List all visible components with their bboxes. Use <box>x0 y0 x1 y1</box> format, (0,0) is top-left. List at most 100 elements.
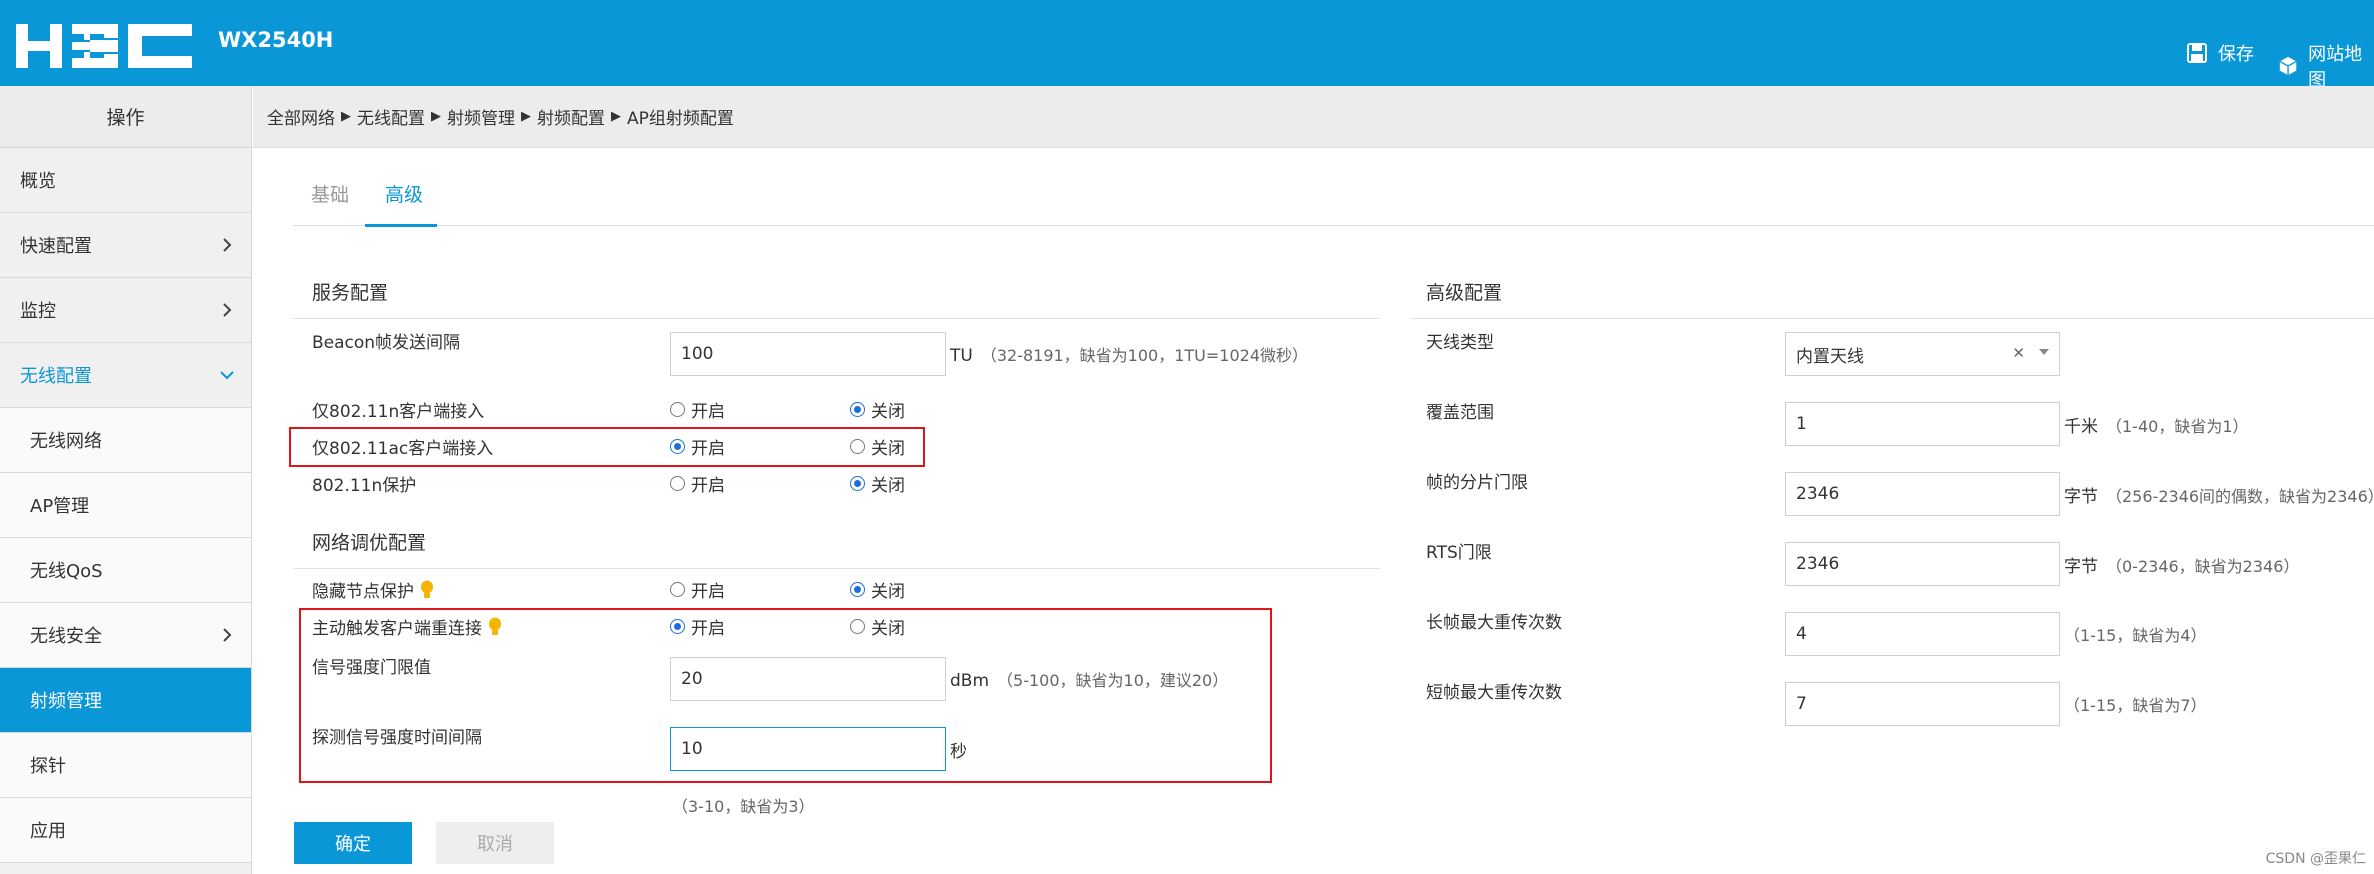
rts-unit: 字节 <box>2064 557 2098 577</box>
rts-threshold-hint: 字节 （0-2346，缺省为2346） <box>2064 552 2299 577</box>
sidebar-item-label: 应用 <box>30 821 66 842</box>
coverage-hint: 千米 （1-40，缺省为1） <box>2064 412 2249 437</box>
radio-label: 开启 <box>691 402 725 422</box>
active-tab-indicator <box>365 224 437 227</box>
sitemap-link[interactable]: 网站地图 <box>2278 40 2374 92</box>
sidebar-item-wireless-security[interactable]: 无线安全 <box>0 603 251 668</box>
sidebar-item-label: 无线配置 <box>20 366 92 387</box>
rts-threshold-input[interactable]: 2346 <box>1785 542 2060 586</box>
radio-dot-selected <box>850 476 865 491</box>
sidebar-item-monitor[interactable]: 监控 <box>0 278 251 343</box>
hidden-node-on-radio[interactable]: 开启 <box>670 577 725 602</box>
chevron-right-icon <box>223 628 232 642</box>
save-icon <box>2187 43 2207 63</box>
tab-basic[interactable]: 基础 <box>311 180 349 207</box>
sidebar-item-radio-management[interactable]: 射频管理 <box>0 668 251 733</box>
coverage-input[interactable]: 1 <box>1785 402 2060 446</box>
sidebar-item-wireless-config[interactable]: 无线配置 <box>0 343 251 408</box>
top-header: WX2540H 保存 网站地图 <box>0 0 2374 91</box>
sidebar: 操作 概览 快速配置 监控 无线配置 无线网络 AP管理 无线QoS 无线安全 … <box>0 86 252 874</box>
beacon-unit: TU <box>950 346 973 366</box>
frag-unit: 字节 <box>2064 487 2098 507</box>
chevron-right-icon: ▶ <box>521 109 531 124</box>
chevron-down-icon <box>220 371 234 380</box>
chevron-right-icon: ▶ <box>611 109 621 124</box>
breadcrumb: 全部网络 ▶ 无线配置 ▶ 射频管理 ▶ 射频配置 ▶ AP组射频配置 <box>253 86 2374 148</box>
breadcrumb-all-networks[interactable]: 全部网络 <box>267 104 335 129</box>
hidden-node-label: 隐藏节点保护 <box>312 577 434 602</box>
long-retry-input[interactable]: 4 <box>1785 612 2060 656</box>
beacon-interval-hint: TU （32-8191，缺省为100，1TU=1024微秒） <box>950 342 1308 366</box>
sidebar-item-label: 无线安全 <box>30 626 102 647</box>
hidden-node-text: 隐藏节点保护 <box>312 582 414 602</box>
radio-label: 开启 <box>691 582 725 602</box>
radio-dot-selected <box>850 402 865 417</box>
highlight-box <box>299 608 1272 783</box>
highlight-box <box>289 427 925 467</box>
sidebar-item-ap-management[interactable]: AP管理 <box>0 473 251 538</box>
long-retry-label: 长帧最大重传次数 <box>1426 613 1562 633</box>
breadcrumb-wireless-config[interactable]: 无线配置 <box>357 104 425 129</box>
sidebar-item-label: 无线QoS <box>30 561 103 582</box>
section-divider <box>293 318 1380 319</box>
frag-hint-text: （256-2346间的偶数，缺省为2346） <box>2106 487 2374 506</box>
hidden-node-off-radio[interactable]: 关闭 <box>850 577 905 602</box>
rts-hint-text: （0-2346，缺省为2346） <box>2106 557 2300 576</box>
device-model: WX2540H <box>218 28 334 52</box>
sidebar-item-application[interactable]: 应用 <box>0 798 251 863</box>
long-retry-hint: （1-15，缺省为4） <box>2064 626 2207 645</box>
n-protect-off-radio[interactable]: 关闭 <box>850 471 905 496</box>
cube-icon <box>2279 56 2297 76</box>
frag-threshold-label: 帧的分片门限 <box>1426 473 1528 493</box>
beacon-interval-label: Beacon帧发送间隔 <box>312 333 461 353</box>
breadcrumb-ap-group-radio-config: AP组射频配置 <box>627 109 734 129</box>
breadcrumb-radio-management[interactable]: 射频管理 <box>447 104 515 129</box>
service-config-title: 服务配置 <box>312 282 389 304</box>
h3c-logo <box>16 24 192 68</box>
lightbulb-icon[interactable] <box>420 580 434 600</box>
frag-threshold-input[interactable]: 2346 <box>1785 472 2060 516</box>
radio-label: 关闭 <box>871 402 905 422</box>
sidebar-item-quick-config[interactable]: 快速配置 <box>0 213 251 278</box>
antenna-type-select[interactable]: 内置天线 ✕ <box>1785 332 2060 376</box>
beacon-interval-input[interactable]: 100 <box>670 332 946 376</box>
rts-threshold-label: RTS门限 <box>1426 543 1492 563</box>
radio-dot <box>670 476 685 491</box>
radio-dot <box>670 402 685 417</box>
short-retry-input[interactable]: 7 <box>1785 682 2060 726</box>
chevron-right-icon <box>223 238 232 252</box>
section-divider <box>293 568 1380 569</box>
frag-threshold-hint: 字节 （256-2346间的偶数，缺省为2346） <box>2064 482 2374 507</box>
tab-bar: 基础 高级 <box>293 168 2374 227</box>
n-only-label: 仅802.11n客户端接入 <box>312 402 485 422</box>
chevron-right-icon <box>223 303 232 317</box>
radio-label: 关闭 <box>871 582 905 602</box>
save-link[interactable]: 保存 <box>2186 40 2254 66</box>
sidebar-item-overview[interactable]: 概览 <box>0 148 251 213</box>
cancel-button[interactable]: 取消 <box>436 822 554 864</box>
chevron-right-icon: ▶ <box>341 109 351 124</box>
sidebar-item-wireless-qos[interactable]: 无线QoS <box>0 538 251 603</box>
tuning-config-title: 网络调优配置 <box>312 532 427 554</box>
antenna-type-label: 天线类型 <box>1426 333 1494 353</box>
n-protect-label: 802.11n保护 <box>312 476 417 496</box>
tab-advanced[interactable]: 高级 <box>385 180 423 207</box>
sidebar-item-label: 无线网络 <box>30 431 102 452</box>
chevron-right-icon: ▶ <box>431 109 441 124</box>
n-protect-on-radio[interactable]: 开启 <box>670 471 725 496</box>
coverage-hint-text: （1-40，缺省为1） <box>2106 417 2249 436</box>
clear-icon[interactable]: ✕ <box>2012 344 2025 362</box>
short-retry-hint: （1-15，缺省为7） <box>2064 696 2207 715</box>
sidebar-item-probe[interactable]: 探针 <box>0 733 251 798</box>
sidebar-item-label: 探针 <box>30 756 66 777</box>
breadcrumb-radio-config[interactable]: 射频配置 <box>537 104 605 129</box>
ok-button[interactable]: 确定 <box>294 822 412 864</box>
n-only-on-radio[interactable]: 开启 <box>670 397 725 422</box>
sidebar-item-label: 监控 <box>20 301 56 322</box>
radio-label: 开启 <box>691 476 725 496</box>
n-only-off-radio[interactable]: 关闭 <box>850 397 905 422</box>
sidebar-item-wireless-network[interactable]: 无线网络 <box>0 408 251 473</box>
caret-down-icon[interactable] <box>2039 349 2049 355</box>
sitemap-label: 网站地图 <box>2308 44 2363 91</box>
sidebar-item-label: AP管理 <box>30 496 90 517</box>
